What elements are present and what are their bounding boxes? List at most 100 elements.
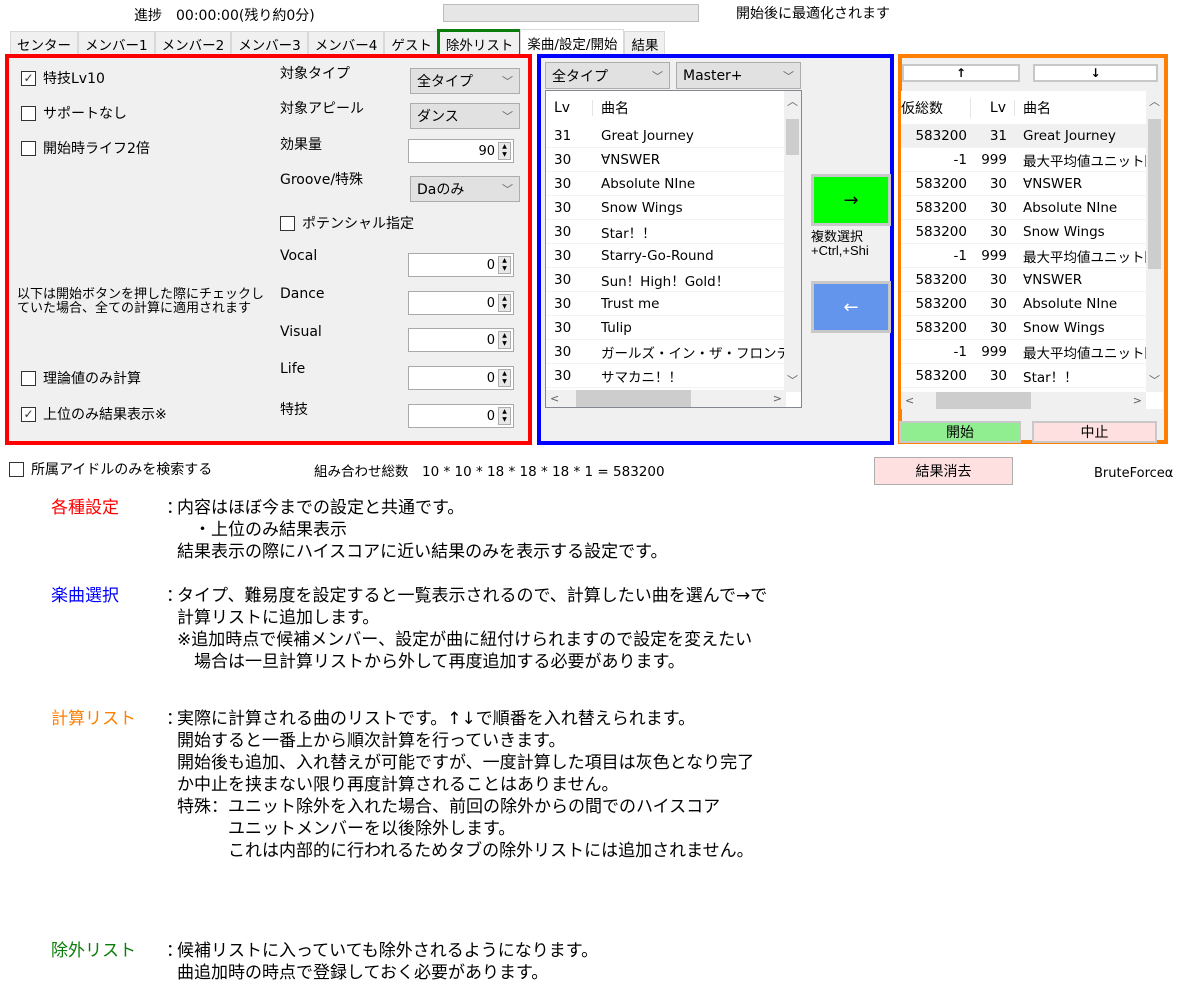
song-row[interactable]: 31 Great Journey <box>546 124 786 148</box>
song-row[interactable]: 30 Sun！High！Gold！ <box>546 268 786 292</box>
difficulty-select[interactable]: Master+ ﹀ <box>676 62 801 89</box>
checkbox-icon <box>21 370 36 386</box>
song-row[interactable]: 30 Absolute NIne <box>546 172 786 196</box>
calc-list-hscroll[interactable]: < > <box>901 392 1146 409</box>
song-lv: 30 <box>554 199 572 216</box>
song-list-hscroll[interactable]: < > <box>546 390 786 407</box>
song-list-vscroll[interactable]: ︿ ﹀ <box>784 91 801 392</box>
start-button[interactable]: 開始 <box>899 421 1021 443</box>
target-appeal-select[interactable]: ダンス ﹀ <box>410 103 520 129</box>
tab-member-1[interactable]: メンバー1 <box>78 31 155 55</box>
tab-center[interactable]: センター <box>10 31 78 55</box>
song-row[interactable]: 30 Snow Wings <box>546 196 786 220</box>
double-life-checkbox[interactable]: 開始時ライフ2倍 <box>21 138 150 158</box>
calc-list-vscroll[interactable]: ︿ ﹀ <box>1146 91 1163 392</box>
spinner-arrows-icon[interactable]: ▲ ▼ <box>498 256 511 274</box>
checkbox-icon <box>21 105 36 121</box>
top-only-checkbox[interactable]: ✓ 上位のみ結果表示※ <box>21 404 167 424</box>
dance-spinner[interactable]: 0 ▲ ▼ <box>408 291 514 315</box>
song-type-select[interactable]: 全タイプ ﹀ <box>545 62 670 89</box>
song-name: Star！！ <box>601 225 656 242</box>
desc-line: ユニットメンバーを以後除外します。 <box>177 819 516 839</box>
col-name[interactable]: 曲名 <box>1015 98 1051 118</box>
groove-select[interactable]: Daのみ ﹀ <box>410 176 520 202</box>
calc-lv: 30 <box>989 223 1007 240</box>
chevron-down-icon: ﹀ <box>502 75 513 88</box>
col-name[interactable]: 曲名 <box>593 98 629 118</box>
song-row[interactable]: 30 ガールズ・イン・ザ・フロンティア <box>546 340 786 364</box>
scroll-up-icon[interactable]: ︿ <box>1146 91 1163 113</box>
target-type-select[interactable]: 全タイプ ﹀ <box>410 68 520 94</box>
clear-results-button[interactable]: 結果消去 <box>874 457 1013 485</box>
song-row[interactable]: 30 ∀NSWER <box>546 148 786 172</box>
scroll-right-icon[interactable]: > <box>1133 394 1142 407</box>
vocal-spinner[interactable]: 0 ▲ ▼ <box>408 253 514 277</box>
multi-select-hint-line: +Ctrl,+Shi <box>811 243 869 258</box>
theory-only-checkbox[interactable]: 理論値のみ計算 <box>21 368 141 388</box>
tab-songs-settings-start[interactable]: 楽曲/設定/開始 <box>520 29 625 55</box>
desc-line: ・上位のみ結果表示 <box>177 520 347 540</box>
tab-guest[interactable]: ゲスト <box>384 31 439 55</box>
visual-spinner[interactable]: 0 ▲ ▼ <box>408 328 514 352</box>
checkbox-icon: ✓ <box>21 406 36 422</box>
col-lv[interactable]: Lv <box>546 99 593 116</box>
song-row[interactable]: 30 サマカニ！！ <box>546 364 786 388</box>
song-row[interactable]: 30 Tulip <box>546 316 786 340</box>
scroll-thumb[interactable] <box>936 392 1031 409</box>
move-down-button[interactable]: ↓ <box>1033 64 1158 82</box>
calc-name: Absolute NIne <box>1023 295 1118 312</box>
scroll-thumb[interactable] <box>1148 119 1161 269</box>
calc-list[interactable]: 仮総数 Lv 曲名 583200 31 Great Journey -1 999 最大平均… <box>901 91 1163 409</box>
song-list-header: Lv 曲名 <box>546 91 801 124</box>
calc-name: 最大平均値ユニット除外 <box>1023 345 1146 362</box>
scroll-down-icon[interactable]: ﹀ <box>784 372 801 388</box>
spinner-arrows-icon[interactable]: ▲ ▼ <box>498 369 511 387</box>
song-row[interactable]: 30 Star！！ <box>546 220 786 244</box>
song-list[interactable]: Lv 曲名 31 Great Journey 30 ∀NSWER 30 Absolute … <box>545 90 802 408</box>
spinner-arrows-icon[interactable]: ▲ ▼ <box>498 294 511 312</box>
spinner-arrows-icon[interactable]: ▲ ▼ <box>498 331 511 349</box>
scroll-right-icon[interactable]: > <box>773 392 782 405</box>
settings-panel: ✓ 特技Lv10 サポートなし 開始時ライフ2倍 対象タイプ 全タイプ ﹀ 対象アピ… <box>5 54 532 445</box>
scroll-up-icon[interactable]: ︿ <box>784 91 801 113</box>
tab-exclude-list[interactable]: 除外リスト <box>436 29 523 57</box>
scroll-down-icon[interactable]: ﹀ <box>1146 372 1163 388</box>
calc-row[interactable]: 583200 30 ∀NSWER <box>901 172 1146 196</box>
song-row[interactable]: 30 Trust me <box>546 292 786 316</box>
remove-song-button[interactable]: ← <box>811 281 891 333</box>
calc-row[interactable]: -1 999 最大平均値ユニット除外 <box>901 244 1146 268</box>
calc-row[interactable]: 583200 30 Absolute NIne <box>901 292 1146 316</box>
skill-lv10-checkbox[interactable]: ✓ 特技Lv10 <box>21 68 105 88</box>
calc-row[interactable]: 583200 30 Snow Wings <box>901 220 1146 244</box>
effect-spinner[interactable]: 90 ▲ ▼ <box>408 139 514 163</box>
calc-row[interactable]: 583200 30 Absolute NIne <box>901 196 1146 220</box>
calc-row[interactable]: 583200 30 ∀NSWER <box>901 268 1146 292</box>
col-lv[interactable]: Lv <box>971 99 1015 116</box>
spinner-arrows-icon[interactable]: ▲ ▼ <box>498 407 511 425</box>
col-total[interactable]: 仮総数 <box>901 97 971 118</box>
target-appeal-label: 対象アピール <box>280 101 364 117</box>
stop-button[interactable]: 中止 <box>1032 421 1157 443</box>
scroll-left-icon[interactable]: < <box>905 394 914 407</box>
tab-member-4[interactable]: メンバー4 <box>307 31 385 55</box>
scroll-thumb[interactable] <box>576 390 691 407</box>
tab-results[interactable]: 結果 <box>624 31 666 55</box>
no-support-checkbox[interactable]: サポートなし <box>21 103 127 123</box>
scroll-thumb[interactable] <box>786 119 799 155</box>
potential-checkbox[interactable]: ポテンシャル指定 <box>280 213 414 233</box>
spinner-arrows-icon[interactable]: ▲ ▼ <box>498 142 511 160</box>
calc-row[interactable]: 583200 31 Great Journey <box>901 124 1146 148</box>
own-idol-only-checkbox[interactable]: 所属アイドルのみを検索する <box>9 459 212 479</box>
skill-spinner[interactable]: 0 ▲ ▼ <box>408 404 514 428</box>
tab-member-2[interactable]: メンバー2 <box>154 31 232 55</box>
calc-row[interactable]: -1 999 最大平均値ユニット除外 <box>901 340 1146 364</box>
calc-row[interactable]: 583200 30 Snow Wings <box>901 316 1146 340</box>
calc-row[interactable]: 583200 30 Star！！ <box>901 364 1146 388</box>
scroll-left-icon[interactable]: < <box>550 392 559 405</box>
life-spinner[interactable]: 0 ▲ ▼ <box>408 366 514 390</box>
calc-row[interactable]: -1 999 最大平均値ユニット除外 <box>901 148 1146 172</box>
add-song-button[interactable]: → <box>811 174 891 226</box>
song-row[interactable]: 30 Starry-Go-Round <box>546 244 786 268</box>
move-up-button[interactable]: ↑ <box>902 64 1020 82</box>
tab-member-3[interactable]: メンバー3 <box>231 31 308 55</box>
